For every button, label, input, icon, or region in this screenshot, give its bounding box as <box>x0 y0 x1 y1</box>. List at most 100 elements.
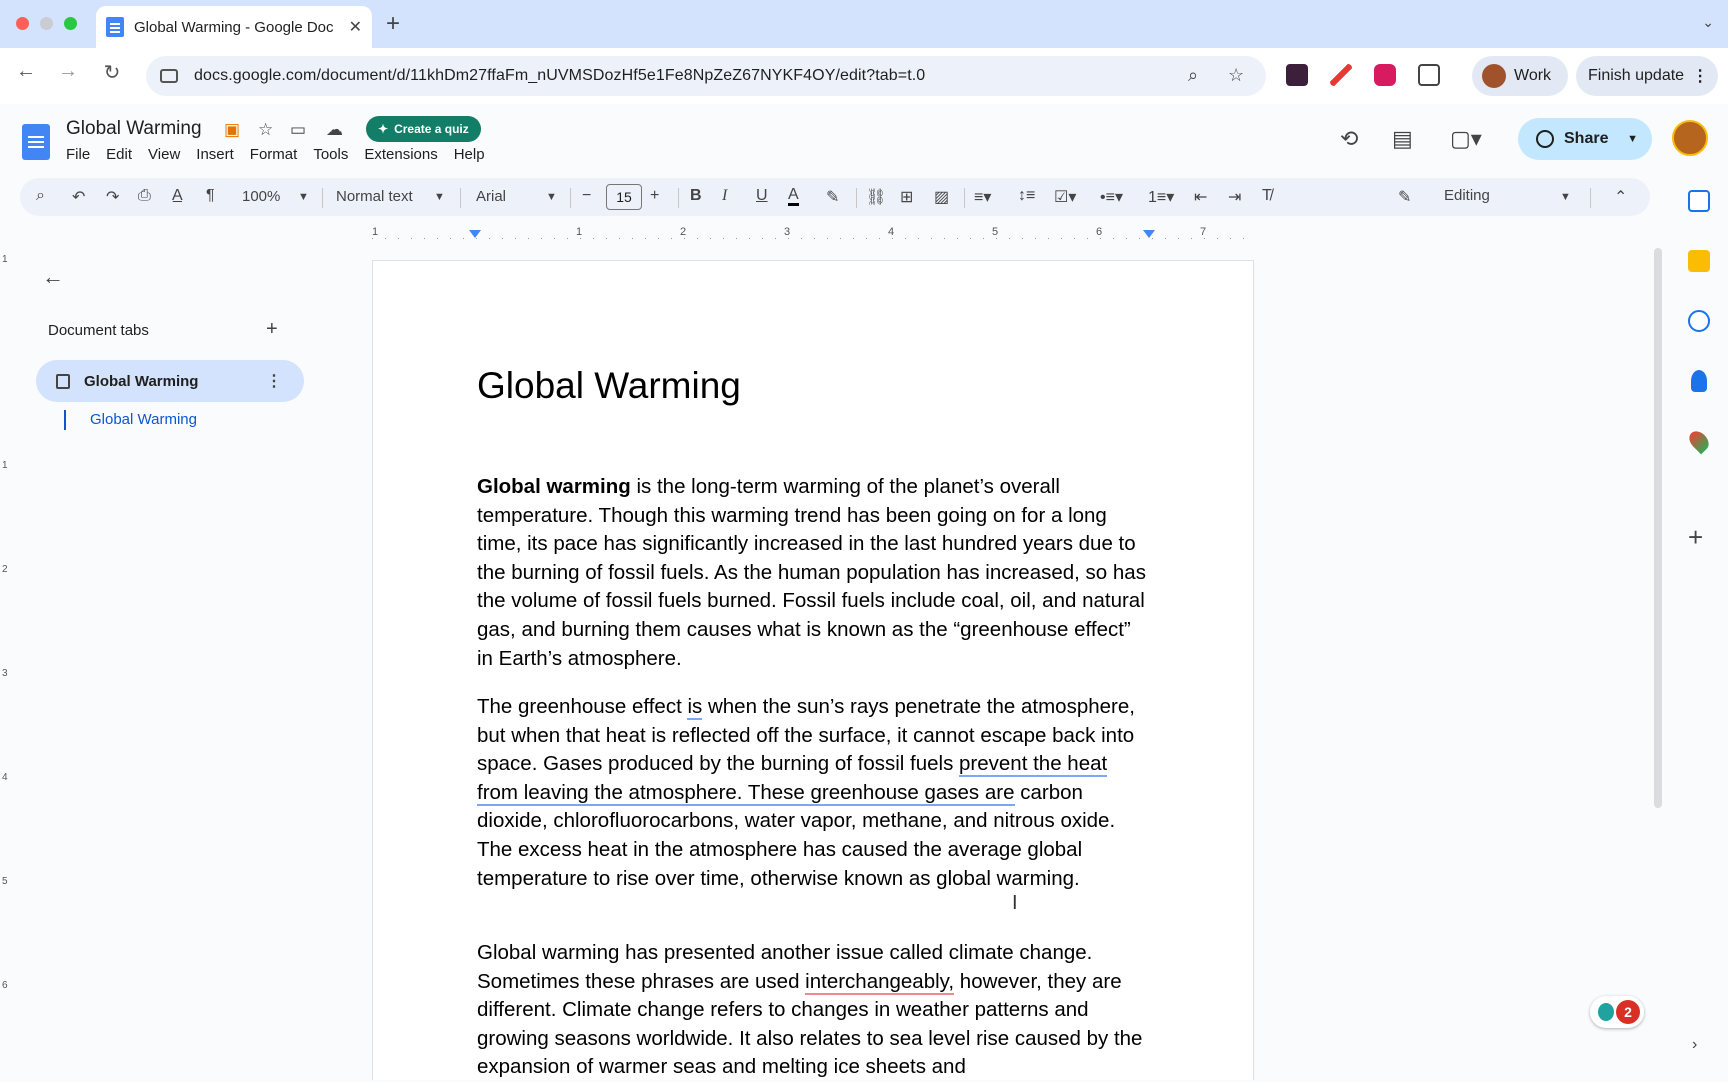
numbered-list-icon[interactable]: 1≡▾ <box>1148 187 1174 207</box>
cloud-saved-icon[interactable]: ☁ <box>326 120 343 140</box>
font-size-input[interactable]: 15 <box>606 184 642 210</box>
print-icon[interactable]: ⎙ <box>138 187 151 205</box>
decrease-font-size-icon[interactable]: − <box>582 187 591 205</box>
extension-q-icon[interactable] <box>1286 64 1308 86</box>
decrease-indent-icon[interactable]: ⇤ <box>1194 187 1207 207</box>
right-indent-marker[interactable] <box>1143 230 1155 238</box>
suggestions-badge[interactable]: 2 <box>1590 996 1644 1028</box>
grammar-suggestion-is[interactable]: is <box>687 695 703 720</box>
site-info-icon[interactable] <box>160 69 178 83</box>
document-page[interactable]: Global Warming Global warming is the lon… <box>372 260 1254 1080</box>
toolbar-divider <box>1590 188 1591 208</box>
maps-icon[interactable] <box>1685 427 1713 455</box>
get-add-ons-plus-icon[interactable]: + <box>1688 522 1703 553</box>
zoom-icon[interactable]: ⌕ <box>1188 65 1198 86</box>
vertical-scrollbar[interactable] <box>1654 248 1662 808</box>
vertical-ruler[interactable]: 1 1 2 3 4 5 6 <box>0 248 14 1080</box>
left-indent-marker[interactable] <box>469 230 481 238</box>
docs-logo-icon[interactable] <box>22 124 50 160</box>
checklist-icon[interactable]: ☑▾ <box>1054 187 1076 207</box>
bold-icon[interactable]: B <box>690 187 702 205</box>
redo-icon[interactable]: ↷ <box>106 187 119 207</box>
outline-heading-item[interactable]: Global Warming <box>64 410 197 430</box>
extension-w-icon[interactable] <box>1374 64 1396 86</box>
paint-format-icon[interactable]: ¶ <box>206 187 215 205</box>
menu-tools[interactable]: Tools <box>313 146 348 163</box>
tab-more-options-icon[interactable]: ⋮ <box>266 371 282 391</box>
keep-icon[interactable] <box>1688 250 1710 272</box>
horizontal-ruler[interactable]: 1 1 2 3 4 5 6 7 <box>372 226 1254 242</box>
show-side-panel-chevron-icon[interactable]: › <box>1692 1036 1697 1054</box>
create-quiz-button[interactable]: ✦ Create a quiz <box>366 116 481 142</box>
zoom-chevron-down-icon[interactable]: ▼ <box>298 191 309 203</box>
close-window-button[interactable] <box>16 17 29 30</box>
comments-icon[interactable]: ▤ <box>1392 126 1413 152</box>
document-title[interactable]: Global Warming <box>66 118 202 140</box>
paragraph-style-select[interactable]: Normal text <box>336 188 413 205</box>
zoom-select[interactable]: 100% <box>242 188 280 205</box>
move-folder-icon[interactable]: ▭ <box>290 120 306 140</box>
address-bar[interactable]: docs.google.com/document/d/11khDm27ffaFm… <box>146 56 1266 96</box>
extensions-puzzle-icon[interactable] <box>1418 64 1440 86</box>
forward-icon[interactable]: → <box>52 60 84 83</box>
bulleted-list-icon[interactable]: •≡▾ <box>1100 187 1123 207</box>
finish-update-button[interactable]: Finish update ⋮ <box>1576 56 1718 96</box>
increase-font-size-icon[interactable]: + <box>650 187 659 205</box>
add-tab-icon[interactable]: + <box>266 318 278 341</box>
hide-menus-chevron-up-icon[interactable]: ⌃ <box>1614 187 1627 207</box>
offline-label-icon[interactable]: ▣ <box>224 120 240 140</box>
italic-icon[interactable]: I <box>722 187 727 205</box>
document-tab-item[interactable]: Global Warming ⋮ <box>36 360 304 402</box>
reload-icon[interactable]: ↻ <box>96 60 128 85</box>
menu-help[interactable]: Help <box>454 146 485 163</box>
text-color-icon[interactable]: A <box>788 187 799 206</box>
editing-mode-select[interactable]: Editing <box>1444 187 1490 204</box>
tasks-icon[interactable] <box>1688 310 1710 332</box>
version-history-icon[interactable]: ⟲ <box>1340 126 1358 152</box>
meet-video-icon[interactable]: ▢▾ <box>1450 126 1482 152</box>
menu-file[interactable]: File <box>66 146 90 163</box>
document-tab-label: Global Warming <box>84 372 199 390</box>
menu-insert[interactable]: Insert <box>196 146 234 163</box>
underline-icon[interactable]: U <box>756 187 768 205</box>
profile-button[interactable]: Work <box>1472 56 1568 96</box>
finish-update-label: Finish update <box>1588 67 1685 84</box>
search-menus-icon[interactable]: ⌕ <box>36 187 45 205</box>
spellcheck-icon[interactable]: A̲ <box>172 187 183 205</box>
browser-menu-icon[interactable]: ⋮ <box>1692 66 1708 86</box>
menu-extensions[interactable]: Extensions <box>364 146 437 163</box>
mode-chevron-down-icon[interactable]: ▼ <box>1560 191 1571 203</box>
close-sidebar-back-icon[interactable]: ← <box>42 264 64 290</box>
extension-pen-icon[interactable] <box>1330 64 1352 86</box>
undo-icon[interactable]: ↶ <box>72 187 85 207</box>
style-chevron-down-icon[interactable]: ▼ <box>434 191 445 203</box>
spelling-suggestion[interactable]: interchangeably, <box>805 969 955 995</box>
browser-tab-active[interactable]: Global Warming - Google Doc ✕ <box>96 6 372 48</box>
menu-edit[interactable]: Edit <box>106 146 132 163</box>
contacts-icon[interactable] <box>1691 370 1707 392</box>
highlight-icon[interactable]: ✎ <box>826 187 839 207</box>
font-select[interactable]: Arial <box>476 188 506 205</box>
share-button[interactable]: Share ▼ <box>1518 118 1652 160</box>
calendar-icon[interactable] <box>1688 190 1710 212</box>
account-avatar[interactable] <box>1672 120 1708 156</box>
clear-formatting-icon[interactable]: T̸ <box>1262 187 1272 205</box>
increase-indent-icon[interactable]: ⇥ <box>1228 187 1241 207</box>
star-icon[interactable]: ☆ <box>258 120 273 140</box>
add-comment-icon[interactable]: ⊞ <box>900 187 913 207</box>
insert-link-icon[interactable]: ⛓ <box>866 187 886 207</box>
minimize-window-button[interactable] <box>40 17 53 30</box>
bookmark-star-icon[interactable]: ☆ <box>1228 65 1244 86</box>
close-tab-icon[interactable]: ✕ <box>349 17 362 37</box>
insert-image-icon[interactable]: ▨ <box>934 187 949 207</box>
align-icon[interactable]: ≡▾ <box>974 187 991 207</box>
tab-search-chevron-icon[interactable]: ⌄ <box>1702 14 1714 31</box>
share-dropdown-icon[interactable]: ▼ <box>1627 133 1638 145</box>
font-chevron-down-icon[interactable]: ▼ <box>546 191 557 203</box>
new-tab-button[interactable]: + <box>386 10 400 38</box>
menu-view[interactable]: View <box>148 146 180 163</box>
maximize-window-button[interactable] <box>64 17 77 30</box>
line-spacing-icon[interactable]: ↕≡ <box>1018 187 1035 205</box>
menu-format[interactable]: Format <box>250 146 298 163</box>
back-icon[interactable]: ← <box>10 60 42 83</box>
